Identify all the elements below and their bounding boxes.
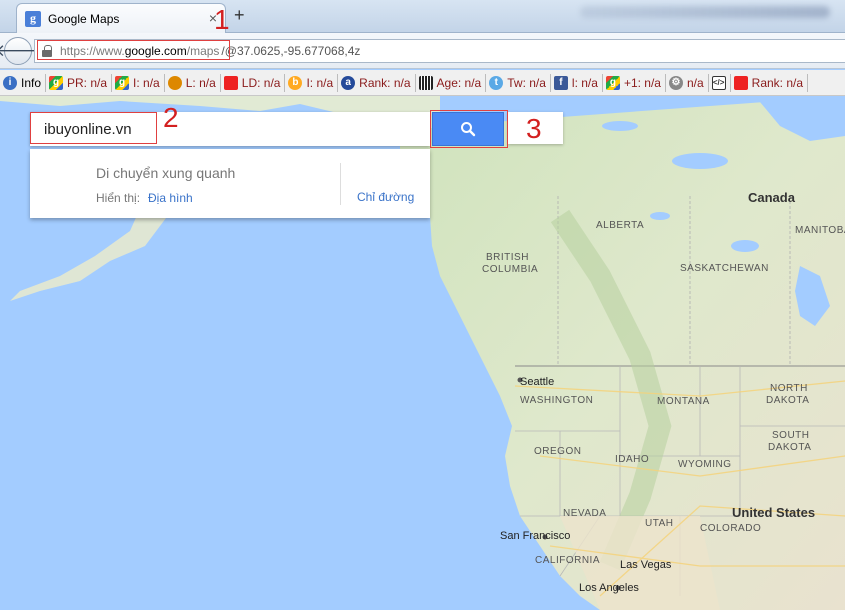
label-south: SOUTH xyxy=(772,430,810,441)
source-icon: </> xyxy=(711,75,726,90)
info-icon: i xyxy=(3,75,17,90)
seo-item-9[interactable]: f l: n/a xyxy=(551,73,603,92)
browser-window: g Google Maps × + 1 🡐 https://www. google… xyxy=(0,0,845,610)
seo-item-1[interactable]: g PR: n/a xyxy=(46,73,113,92)
annotation-box-url xyxy=(37,40,230,60)
facebook-icon: f xyxy=(553,75,568,90)
seo-item-label: Rank: n/a xyxy=(359,75,411,90)
explore-title[interactable]: Di chuyển xung quanh xyxy=(96,165,235,181)
annotation-1: 1 xyxy=(214,4,230,35)
label-montana: MONTANA xyxy=(657,396,710,407)
google-pr-icon: g xyxy=(49,75,64,90)
seo-item-12[interactable]: </> xyxy=(709,73,731,92)
seo-item-5[interactable]: b I: n/a xyxy=(285,73,339,92)
label-south-dakota: DAKOTA xyxy=(768,442,812,453)
label-utah: UTAH xyxy=(645,518,674,529)
seo-toolbar: i Info g PR: n/a g I: n/a L: n/a LD: n/a b I: n/a… xyxy=(0,70,845,96)
seo-item-label: Tw: n/a xyxy=(507,75,546,90)
annotation-2: 2 xyxy=(163,102,179,133)
annotation-box-button xyxy=(430,110,508,148)
seo-item-0[interactable]: i Info xyxy=(0,73,47,92)
seo-item-11[interactable]: ⚙ n/a xyxy=(666,73,709,92)
terrain-link[interactable]: Địa hình xyxy=(148,191,193,205)
seo-item-4[interactable]: LD: n/a xyxy=(221,73,286,92)
label-washington: WASHINGTON xyxy=(520,395,594,406)
seo-item-10[interactable]: g +1: n/a xyxy=(603,73,666,92)
label-nevada: NEVADA xyxy=(563,508,607,519)
alexa-rank-icon: a xyxy=(341,75,356,90)
google-favicon-icon: g xyxy=(25,10,41,27)
blurred-toolbar-area xyxy=(580,6,830,18)
seo-item-label: I: n/a xyxy=(133,75,160,90)
label-san-francisco: San Francisco xyxy=(500,530,571,542)
links-icon xyxy=(167,75,182,90)
label-colorado: COLORADO xyxy=(700,523,762,534)
label-north: NORTH xyxy=(770,383,808,394)
seo-item-label: Rank: n/a xyxy=(751,75,804,90)
seo-item-label: l: n/a xyxy=(571,75,598,90)
bing-index-icon: b xyxy=(288,75,303,90)
gear-icon: ⚙ xyxy=(668,75,683,90)
seo-item-label: LD: n/a xyxy=(241,75,281,90)
label-united-states: United States xyxy=(732,505,816,520)
seo-item-label: Info xyxy=(21,75,42,90)
label-north-dakota: DAKOTA xyxy=(766,395,810,406)
rank2-icon xyxy=(733,75,748,90)
label-california: CALIFORNIA xyxy=(535,555,601,566)
seo-item-label: I: n/a xyxy=(306,75,334,90)
label-columbia: COLUMBIA xyxy=(482,264,539,275)
dropdown-divider xyxy=(340,163,341,205)
label-canada: Canada xyxy=(748,190,795,205)
seo-item-3[interactable]: L: n/a xyxy=(165,73,221,92)
new-tab-button[interactable]: + xyxy=(234,5,245,25)
seo-item-label: n/a xyxy=(686,75,704,90)
age-icon xyxy=(418,75,433,90)
seo-item-label: Age: n/a xyxy=(436,75,482,90)
label-british: BRITISH xyxy=(486,252,529,263)
seo-item-8[interactable]: t Tw: n/a xyxy=(486,73,551,92)
label-manitoba: MANITOBA xyxy=(795,225,845,236)
url-coordinates: /@37.0625,-95.677068,4z xyxy=(221,44,361,58)
label-alberta: ALBERTA xyxy=(596,220,645,231)
seo-item-label: PR: n/a xyxy=(67,75,108,90)
seo-item-2[interactable]: g I: n/a xyxy=(112,73,165,92)
seo-item-7[interactable]: Age: n/a xyxy=(416,73,487,92)
twitter-icon: t xyxy=(489,75,504,90)
directions-link[interactable]: Chỉ đường xyxy=(357,190,414,204)
label-los-angeles: Los Angeles xyxy=(579,582,639,594)
label-saskatchewan: SASKATCHEWAN xyxy=(680,263,769,274)
tab-title: Google Maps xyxy=(48,11,120,26)
search-suggestions-dropdown: Di chuyển xung quanh Hiển thị: Địa hình … xyxy=(30,149,430,218)
label-oregon: OREGON xyxy=(534,446,582,457)
show-label: Hiển thị: xyxy=(96,191,141,205)
tab-google-maps[interactable]: g Google Maps × xyxy=(16,3,226,33)
label-wyoming: WYOMING xyxy=(678,459,732,470)
seo-item-6[interactable]: a Rank: n/a xyxy=(338,73,416,92)
seo-item-label: +1: n/a xyxy=(623,75,661,90)
label-las-vegas: Las Vegas xyxy=(620,559,672,571)
seo-item-label: L: n/a xyxy=(185,75,216,90)
label-idaho: IDAHO xyxy=(615,454,650,465)
label-seattle: Seattle xyxy=(520,376,555,388)
linkdomain-icon xyxy=(223,75,238,90)
google-index-icon: g xyxy=(115,75,130,90)
annotation-box-search xyxy=(30,112,157,144)
annotation-3: 3 xyxy=(526,113,542,144)
google-plus-icon: g xyxy=(605,75,620,90)
back-button[interactable]: 🡐 xyxy=(0,37,41,65)
tab-strip: g Google Maps × + xyxy=(0,0,845,33)
seo-item-13[interactable]: Rank: n/a xyxy=(731,73,809,92)
